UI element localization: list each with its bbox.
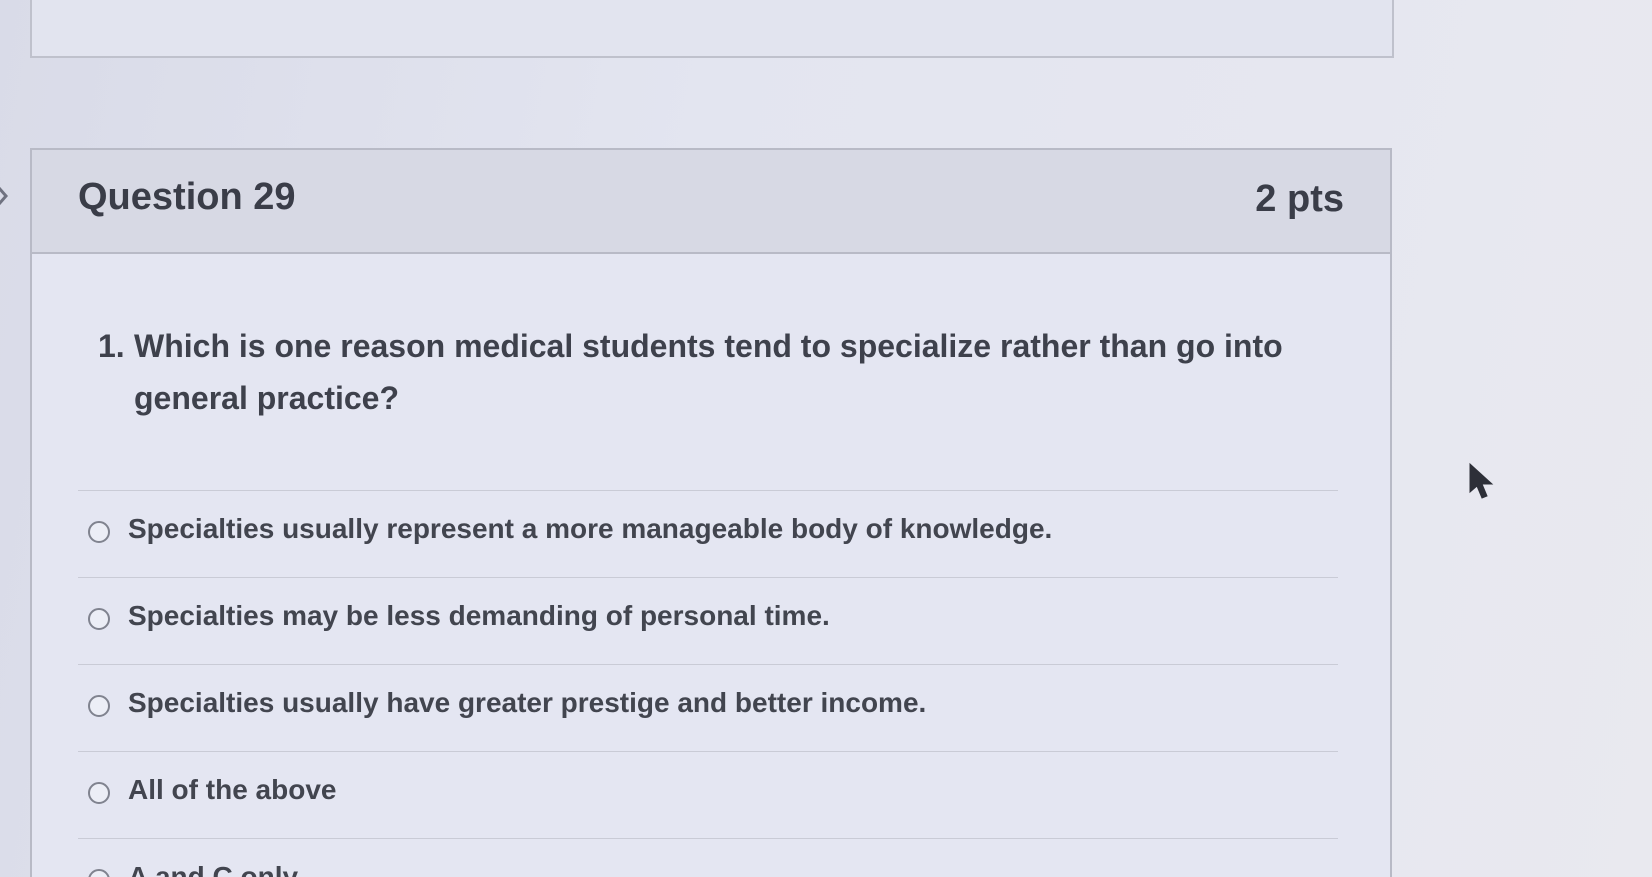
answer-label[interactable]: A and C only [128,861,298,877]
answer-option[interactable]: Specialties usually represent a more man… [78,490,1338,577]
radio-button[interactable] [88,608,110,630]
radio-button[interactable] [88,869,110,877]
answer-option[interactable]: Specialties may be less demanding of per… [78,577,1338,664]
previous-question-card [30,0,1394,58]
question-points: 2 pts [1255,178,1344,220]
question-card: Question 29 2 pts 1. Which is one reason… [30,148,1392,877]
answer-label[interactable]: Specialties usually represent a more man… [128,513,1052,545]
answer-option[interactable]: Specialties usually have greater prestig… [78,664,1338,751]
question-title: Question 29 [78,176,296,218]
quiz-page: Question 29 2 pts 1. Which is one reason… [0,0,1652,877]
question-prompt: 1. Which is one reason medical students … [98,320,1298,424]
question-number: 1. [98,328,125,364]
radio-button[interactable] [88,521,110,543]
radio-button[interactable] [88,782,110,804]
answer-label[interactable]: All of the above [128,774,336,806]
answer-label[interactable]: Specialties may be less demanding of per… [128,600,830,632]
question-header: Question 29 2 pts [32,150,1390,254]
chevron-right-icon[interactable] [0,176,10,216]
question-text: Which is one reason medical students ten… [134,328,1283,416]
answer-option[interactable]: A and C only [78,838,1338,877]
mouse-pointer-icon [1469,462,1494,499]
answer-option[interactable]: All of the above [78,751,1338,838]
radio-button[interactable] [88,695,110,717]
answer-label[interactable]: Specialties usually have greater prestig… [128,687,926,719]
answer-list: Specialties usually represent a more man… [78,490,1338,877]
